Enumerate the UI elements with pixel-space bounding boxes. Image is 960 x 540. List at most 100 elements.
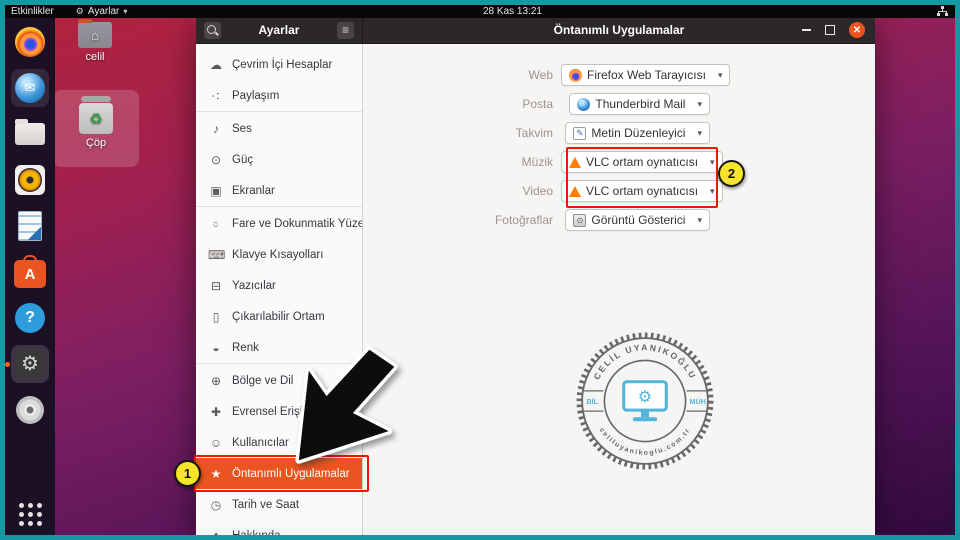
annotation-marker-2: 2 — [718, 160, 745, 187]
desktop-icon-home[interactable]: ⌂ celil — [70, 19, 120, 63]
sidebar-title: Ayarlar — [258, 23, 300, 37]
dropdown-value: VLC ortam oynatıcısı — [586, 184, 699, 198]
annotation-marker-1: 1 — [174, 460, 201, 487]
dock-help-icon[interactable]: ? — [11, 299, 49, 337]
sidebar-item-printers[interactable]: Yazıcılar — [196, 270, 362, 301]
user-icon — [208, 436, 224, 450]
sidebar-item-power[interactable]: Güç — [196, 144, 362, 175]
maximize-icon[interactable] — [825, 25, 835, 35]
default-app-row-video: Video VLC ortam oynatıcısı — [363, 180, 723, 202]
thunderbird-icon: ✉ — [15, 73, 45, 103]
accessibility-icon — [208, 405, 224, 419]
folder-icon — [15, 119, 45, 145]
dock-thunderbird-icon[interactable]: ✉ — [11, 69, 49, 107]
mouse-icon — [208, 217, 224, 231]
dock-software-icon[interactable]: A — [11, 253, 49, 291]
separator — [196, 206, 362, 207]
firefox-icon — [569, 68, 582, 82]
default-app-row-calendar: Takvim Metin Düzenleyici — [363, 122, 710, 144]
document-icon — [18, 211, 42, 241]
close-icon[interactable]: ✕ — [849, 22, 865, 38]
default-app-row-mail: Posta Thunderbird Mail — [363, 93, 710, 115]
vlc-icon — [569, 156, 581, 168]
mail-app-dropdown[interactable]: Thunderbird Mail — [569, 93, 710, 115]
usb-drive-icon — [208, 310, 224, 324]
sidebar-item-label: Yazıcılar — [232, 279, 276, 292]
dock-files-icon[interactable] — [11, 115, 49, 153]
row-label: Web — [528, 68, 553, 82]
sidebar-item-label: Ekranlar — [232, 184, 275, 197]
music-app-dropdown[interactable]: VLC ortam oynatıcısı — [561, 151, 723, 173]
desktop-icon-label: Çöp — [85, 137, 107, 149]
gear-icon — [76, 6, 84, 17]
stamp-right-text: MÜH — [690, 397, 706, 406]
chevron-down-icon — [123, 6, 127, 17]
desktop-icon-label: celil — [85, 51, 105, 63]
sidebar-item-label: Klavye Kısayolları — [232, 248, 324, 261]
sidebar-header: Ayarlar ≡ — [196, 17, 363, 43]
menu-button[interactable]: ≡ — [336, 21, 354, 39]
dock-writer-icon[interactable] — [11, 207, 49, 245]
sidebar-item-date-time[interactable]: Tarih ve Saat — [196, 489, 362, 520]
sidebar-item-label: Paylaşım — [232, 89, 280, 102]
activities-button[interactable]: Etkinlikler — [11, 6, 54, 17]
sidebar-item-label: Hakkında — [232, 530, 281, 536]
stamp-left-text: BİL — [587, 397, 599, 406]
video-app-dropdown[interactable]: VLC ortam oynatıcısı — [561, 180, 723, 202]
sidebar-item-displays[interactable]: Ekranlar — [196, 175, 362, 206]
search-button[interactable] — [204, 21, 221, 39]
app-menu[interactable]: Ayarlar — [76, 6, 128, 17]
svg-text:⚙: ⚙ — [638, 388, 653, 406]
dropdown-value: Görüntü Gösterici — [591, 213, 686, 227]
network-icon[interactable] — [937, 6, 948, 16]
sidebar-item-mouse-touchpad[interactable]: Fare ve Dokunmatik Yüzey — [196, 208, 362, 239]
speaker-icon — [15, 165, 45, 195]
music-note-icon — [208, 122, 224, 136]
photos-app-dropdown[interactable]: Görüntü Gösterici — [565, 209, 710, 231]
row-label: Müzik — [521, 155, 553, 169]
trash-icon: ♻ — [79, 96, 113, 134]
content-header: Öntanımlı Uygulamalar ✕ — [363, 17, 875, 43]
annotation-arrow — [295, 346, 398, 464]
default-apps-rows: Web Firefox Web Tarayıcısı Posta Thunder… — [363, 64, 731, 231]
disc-icon — [16, 396, 44, 424]
app-grid-icon[interactable] — [18, 503, 42, 526]
sidebar-item-about[interactable]: Hakkında — [196, 520, 362, 536]
sidebar-item-sound[interactable]: Ses — [196, 113, 362, 144]
row-label: Video — [522, 184, 553, 198]
sidebar-item-label: Güç — [232, 153, 254, 166]
gear-icon: ⚙ — [15, 349, 45, 379]
sidebar-item-label: Çevrim İçi Hesaplar — [232, 58, 333, 71]
power-icon — [208, 153, 224, 167]
sparkle-icon — [208, 529, 224, 536]
default-app-row-web: Web Firefox Web Tarayıcısı — [363, 64, 731, 86]
app-menu-label: Ayarlar — [87, 5, 120, 17]
globe-icon — [208, 374, 224, 388]
dock-settings-icon[interactable]: ⚙ — [5, 345, 49, 383]
sidebar-item-label: Ses — [232, 122, 252, 135]
row-label: Fotoğraflar — [494, 213, 553, 227]
screen: Etkinlikler Ayarlar 28 Kas 13:21 ✉ A ? ⚙… — [0, 0, 960, 540]
dock-firefox-icon[interactable] — [11, 23, 49, 61]
dock: ✉ A ? ⚙ — [5, 18, 55, 535]
dock-disc-icon[interactable] — [11, 391, 49, 429]
web-app-dropdown[interactable]: Firefox Web Tarayıcısı — [561, 64, 731, 86]
clock[interactable]: 28 Kas 13:21 — [483, 6, 542, 17]
printer-icon — [208, 279, 224, 293]
clock-icon — [208, 498, 224, 512]
color-icon — [208, 341, 224, 355]
page-title: Öntanımlı Uygulamalar — [553, 23, 685, 37]
separator — [196, 111, 362, 112]
desktop-icon-trash[interactable]: ♻ Çöp — [53, 90, 139, 167]
sidebar-item-online-accounts[interactable]: Çevrim İçi Hesaplar — [196, 49, 362, 80]
monitor-icon: ⚙ — [622, 380, 668, 422]
question-icon: ? — [15, 303, 45, 333]
default-app-row-music: Müzik VLC ortam oynatıcısı — [363, 151, 723, 173]
sidebar-item-sharing[interactable]: Paylaşım — [196, 80, 362, 111]
minimize-icon[interactable] — [802, 29, 811, 31]
sidebar-item-label: Tarih ve Saat — [232, 498, 300, 511]
dock-rhythmbox-icon[interactable] — [11, 161, 49, 199]
sidebar-item-keyboard-shortcuts[interactable]: Klavye Kısayolları — [196, 239, 362, 270]
calendar-app-dropdown[interactable]: Metin Düzenleyici — [565, 122, 710, 144]
ubuntu-software-icon: A — [14, 255, 46, 288]
